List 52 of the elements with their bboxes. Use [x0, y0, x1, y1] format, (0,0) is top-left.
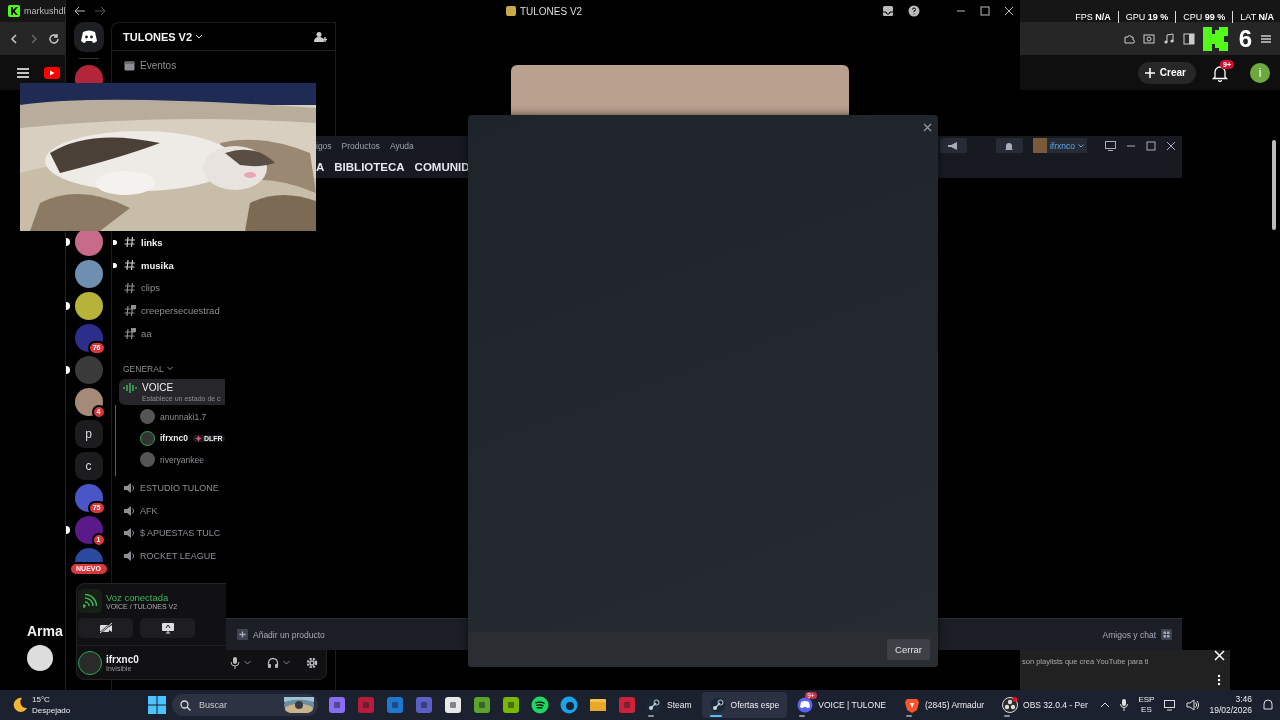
- menu-item[interactable]: Productos: [341, 140, 380, 151]
- nav-tab[interactable]: BIBLIOTECA: [334, 160, 405, 173]
- category-label[interactable]: GENERAL: [123, 364, 164, 374]
- account-menu[interactable]: ifrxnco: [1032, 138, 1087, 153]
- taskbar-app[interactable]: OBS 32.0.4 - Per: [994, 692, 1096, 718]
- counter-text: 6: [1238, 26, 1252, 51]
- taskbar-app[interactable]: Steam: [638, 692, 700, 718]
- window-title: TULONES V2: [519, 5, 583, 17]
- temperature-text: 15°C: [32, 694, 51, 705]
- close-button[interactable]: Cerrar: [887, 639, 930, 660]
- menu-item[interactable]: Ayuda: [389, 140, 414, 151]
- clock[interactable]: 3:46 19/02/2026: [1209, 694, 1252, 716]
- channel-item[interactable]: creepersecuestrad: [112, 299, 225, 323]
- stat-text: LAT N/A: [1240, 12, 1274, 22]
- add-product-link[interactable]: Añadir un producto: [253, 629, 325, 640]
- server-name[interactable]: TULONES V2: [123, 30, 193, 43]
- menu-item[interactable]: igos: [316, 140, 332, 151]
- language-text: ESP: [1138, 695, 1155, 705]
- weather-text: Despejado: [32, 705, 71, 716]
- taskbar-app[interactable]: Ofertas espe: [701, 692, 788, 718]
- channel-item[interactable]: aa: [112, 322, 225, 345]
- voice-channel-item[interactable]: ESTUDIO TULONE: [112, 476, 225, 500]
- date-text: 19/02/2026: [1209, 705, 1252, 716]
- stat-text: CPU 99 %: [1183, 12, 1226, 22]
- nav-tab[interactable]: COMUNID: [414, 160, 470, 173]
- language-indicator[interactable]: ESP ES: [1138, 695, 1155, 715]
- friends-chat-link[interactable]: Amigos y chat: [1102, 629, 1156, 640]
- server-icon[interactable]: p: [74, 420, 103, 448]
- channel-name: VOICE: [142, 382, 174, 394]
- events-link[interactable]: Eventos: [140, 60, 177, 71]
- search-field[interactable]: Buscar: [172, 694, 318, 716]
- create-button[interactable]: Crear: [1137, 61, 1196, 84]
- voice-channel-item[interactable]: AFK: [112, 499, 225, 523]
- stat-text: FPS N/A: [1075, 12, 1111, 22]
- channel-item[interactable]: musika: [112, 253, 225, 277]
- nav-tab[interactable]: A: [316, 160, 325, 173]
- time-text: 3:46: [1235, 694, 1252, 705]
- taskbar-app[interactable]: (2845) Armadur: [895, 692, 993, 718]
- voice-channel-item[interactable]: $ APUESTAS TULC: [112, 522, 225, 545]
- voice-user[interactable]: anunnaki1.7: [116, 406, 226, 428]
- user-name: ifrxnc0: [106, 653, 140, 665]
- section-title: Arma: [27, 623, 63, 639]
- connection-status: Voz conectada: [106, 592, 170, 604]
- stat-text: GPU 19 %: [1125, 12, 1169, 22]
- channel-item[interactable]: links: [112, 231, 225, 254]
- voice-user[interactable]: riveryankee: [116, 449, 226, 471]
- server-icon[interactable]: c: [74, 452, 103, 480]
- layout-text: ES: [1141, 705, 1152, 715]
- channel-item[interactable]: clips: [112, 276, 225, 300]
- tab-title[interactable]: markushdl: [24, 6, 66, 16]
- voice-channel-item[interactable]: ROCKET LEAGUE: [112, 544, 225, 568]
- placeholder-text: Buscar: [199, 700, 227, 710]
